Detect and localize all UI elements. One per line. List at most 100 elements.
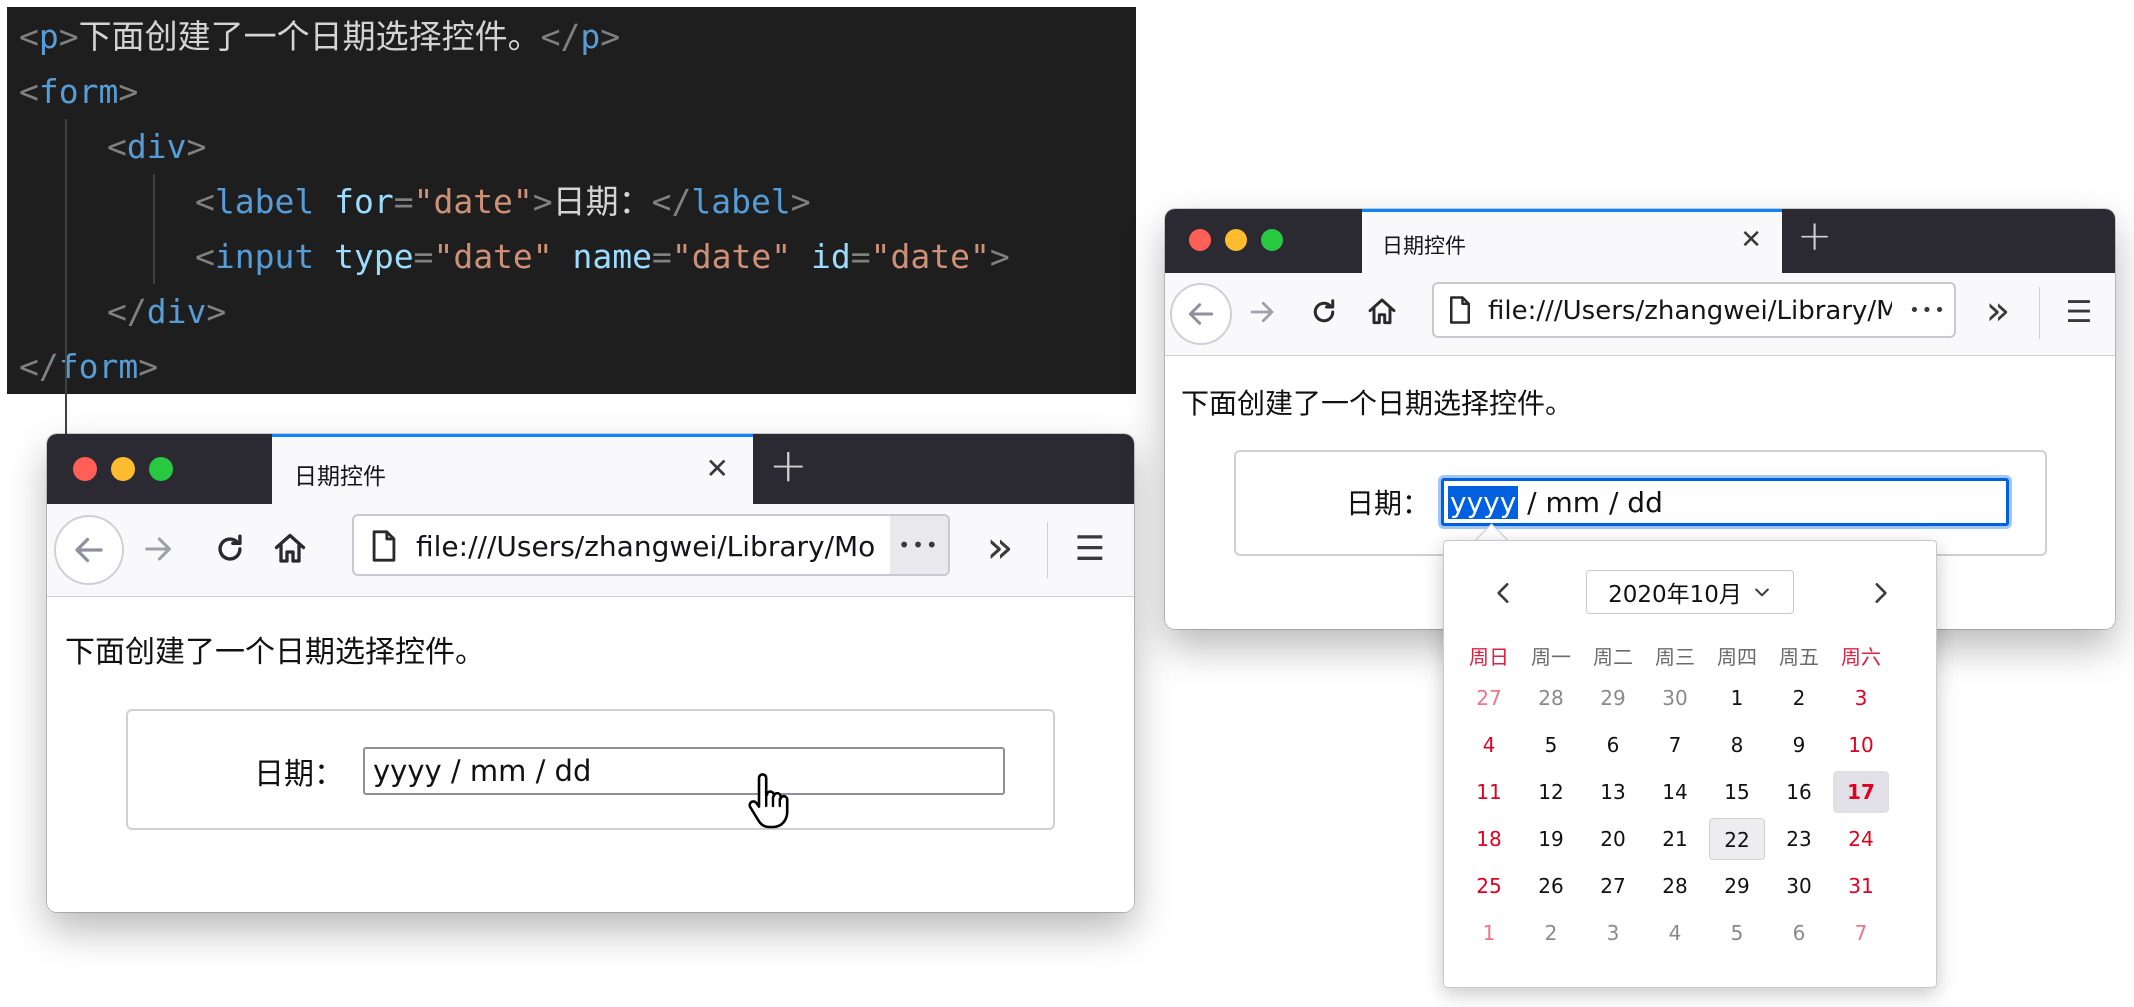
page-actions-icon[interactable]: ••• <box>1902 284 1954 336</box>
calendar-day[interactable]: 1 <box>1461 912 1517 954</box>
calendar-day[interactable]: 1 <box>1709 677 1765 719</box>
code-token: < <box>195 237 215 276</box>
calendar-day[interactable]: 17 <box>1833 771 1889 813</box>
minimize-window-button[interactable] <box>111 457 135 481</box>
close-icon[interactable]: ✕ <box>706 452 729 485</box>
code-token: type <box>334 237 414 276</box>
home-icon[interactable] <box>1361 291 1403 333</box>
calendar-day[interactable]: 6 <box>1771 912 1827 954</box>
calendar-day[interactable]: 11 <box>1461 771 1517 813</box>
calendar-day[interactable]: 4 <box>1647 912 1703 954</box>
reload-icon[interactable] <box>207 526 253 572</box>
calendar-day[interactable]: 18 <box>1461 818 1517 860</box>
date-input-value: yyyy / mm / dd <box>1448 486 1663 519</box>
forward-arrow-icon[interactable] <box>1241 291 1283 333</box>
home-icon[interactable] <box>267 526 313 572</box>
url-bar[interactable]: file:///Users/zhangwei/Library/Mobile Do… <box>352 514 950 576</box>
calendar-day[interactable]: 23 <box>1771 818 1827 860</box>
calendar-day[interactable]: 27 <box>1585 865 1641 907</box>
nav-bar: file:///Users/zhangwei/Library/Mobile Do… <box>47 504 1134 597</box>
forward-arrow-icon[interactable] <box>135 526 181 572</box>
calendar-day[interactable]: 25 <box>1461 865 1517 907</box>
calendar-day[interactable]: 2 <box>1771 677 1827 719</box>
overflow-chevrons-icon[interactable]: » <box>980 522 1020 573</box>
close-window-button[interactable] <box>1189 229 1211 251</box>
overflow-chevrons-icon[interactable]: » <box>1979 287 2017 335</box>
calendar-day[interactable]: 28 <box>1647 865 1703 907</box>
calendar-day[interactable]: 30 <box>1771 865 1827 907</box>
calendar-day[interactable]: 8 <box>1709 724 1765 766</box>
code-token: > <box>186 127 207 166</box>
menu-icon[interactable]: ☰ <box>1067 526 1113 572</box>
weekday-label: 周四 <box>1717 645 1757 669</box>
code-token: > <box>138 347 159 386</box>
calendar-day[interactable]: 29 <box>1585 677 1641 719</box>
code-token: "date" <box>413 182 533 221</box>
code-token: form <box>38 72 119 111</box>
zoom-window-button[interactable] <box>149 457 173 481</box>
tab-date-control[interactable]: 日期控件 ✕ <box>1362 209 1782 273</box>
menu-icon[interactable]: ☰ <box>2058 291 2100 333</box>
calendar-day[interactable]: 6 <box>1585 724 1641 766</box>
calendar-day[interactable]: 5 <box>1523 724 1579 766</box>
close-window-button[interactable] <box>73 457 97 481</box>
date-input[interactable]: yyyy / mm / dd <box>1441 478 2009 526</box>
code-token: id <box>811 237 851 276</box>
calendar-day[interactable]: 7 <box>1833 912 1889 954</box>
calendar-day[interactable]: 24 <box>1833 818 1889 860</box>
code-token: p <box>38 17 59 56</box>
month-day-segments[interactable]: / mm / dd <box>1518 486 1663 519</box>
year-segment[interactable]: yyyy <box>1448 486 1519 519</box>
month-year-label: 2020年10月 <box>1608 582 1742 608</box>
new-tab-icon[interactable]: + <box>769 438 808 492</box>
code-token: = <box>652 237 672 276</box>
close-icon[interactable]: ✕ <box>1740 225 1762 255</box>
calendar-day[interactable]: 31 <box>1833 865 1889 907</box>
date-label: 日期： <box>1346 487 1431 520</box>
calendar-day[interactable]: 4 <box>1461 724 1517 766</box>
calendar-day[interactable]: 27 <box>1461 677 1517 719</box>
calendar-day[interactable]: 20 <box>1585 818 1641 860</box>
calendar-day[interactable]: 12 <box>1523 771 1579 813</box>
code-token: > <box>118 72 139 111</box>
calendar-day[interactable]: 30 <box>1647 677 1703 719</box>
calendar-day[interactable]: 21 <box>1647 818 1703 860</box>
calendar-day[interactable]: 2 <box>1523 912 1579 954</box>
calendar-day[interactable]: 13 <box>1585 771 1641 813</box>
calendar-day[interactable]: 19 <box>1523 818 1579 860</box>
calendar-day[interactable]: 29 <box>1709 865 1765 907</box>
intro-paragraph: 下面创建了一个日期选择控件。 <box>1181 387 1574 420</box>
calendar-day[interactable]: 28 <box>1523 677 1579 719</box>
calendar-day[interactable]: 14 <box>1647 771 1703 813</box>
code-token: label <box>691 182 791 221</box>
back-arrow-icon[interactable] <box>54 515 124 585</box>
calendar-day[interactable]: 16 <box>1771 771 1827 813</box>
code-token: > <box>790 182 811 221</box>
calendar-day[interactable]: 3 <box>1833 677 1889 719</box>
reload-icon[interactable] <box>1303 291 1345 333</box>
tab-date-control[interactable]: 日期控件 ✕ <box>272 434 753 504</box>
calendar-day[interactable]: 3 <box>1585 912 1641 954</box>
zoom-window-button[interactable] <box>1261 229 1283 251</box>
date-label: 日期： <box>254 757 344 792</box>
date-input[interactable]: yyyy / mm / dd <box>363 747 1005 795</box>
calendar-day[interactable]: 5 <box>1709 912 1765 954</box>
calendar-day[interactable]: 10 <box>1833 724 1889 766</box>
back-arrow-icon[interactable] <box>1170 283 1232 345</box>
new-tab-icon[interactable]: + <box>1797 211 1832 260</box>
code-token: label <box>214 182 315 221</box>
calendar-day[interactable]: 7 <box>1647 724 1703 766</box>
minimize-window-button[interactable] <box>1225 229 1247 251</box>
calendar-day[interactable]: 22 <box>1709 818 1765 860</box>
url-bar[interactable]: file:///Users/zhangwei/Library/Mobile Do… <box>1432 282 1956 338</box>
calendar-day[interactable]: 9 <box>1771 724 1827 766</box>
calendar-day[interactable]: 15 <box>1709 771 1765 813</box>
calendar-day[interactable]: 26 <box>1523 865 1579 907</box>
prev-month-icon[interactable] <box>1484 573 1524 613</box>
page-content: 下面创建了一个日期选择控件。 日期： yyyy / mm / dd <box>47 597 1134 912</box>
page-actions-icon[interactable]: ••• <box>890 516 948 574</box>
next-month-icon[interactable] <box>1860 573 1900 613</box>
month-year-select[interactable]: 2020年10月 <box>1586 570 1794 614</box>
